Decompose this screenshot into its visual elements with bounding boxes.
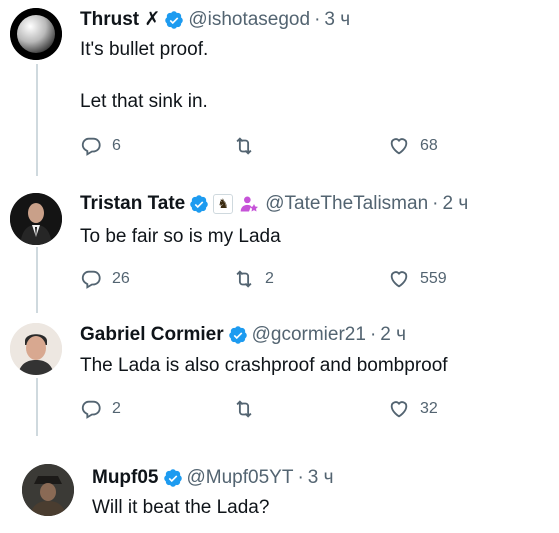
- tweet-text: It's bullet proof. Let that sink in.: [80, 39, 209, 112]
- tweet[interactable]: Mupf05 @Mupf05YT · 3 ч Will it beat the …: [0, 450, 559, 533]
- like-count: 32: [420, 400, 438, 417]
- avatar[interactable]: [10, 193, 62, 245]
- verified-badge-icon: [228, 326, 247, 344]
- reply-button[interactable]: 6: [80, 135, 121, 157]
- tweet-text: To be fair so is my Lada: [80, 226, 281, 247]
- chess-knight-badge-icon[interactable]: ♞: [213, 194, 234, 214]
- tweet-header: Mupf05 @Mupf05YT · 3 ч: [92, 466, 334, 490]
- repost-icon: [236, 400, 252, 418]
- verified-badge-icon: [190, 195, 208, 213]
- separator-dot: ·: [314, 9, 321, 30]
- separator-dot: ·: [369, 324, 377, 345]
- tweet[interactable]: Thrust ✗ @ishotasegod · 3 ч It's bullet …: [0, 0, 559, 176]
- tweet-time[interactable]: 3 ч: [308, 466, 334, 490]
- tweet-header: Gabriel Cormier @gcormier21 · 2 ч: [80, 323, 406, 347]
- separator-dot: ·: [432, 193, 439, 214]
- author-handle[interactable]: @gcormier21: [252, 323, 366, 347]
- like-count: 68: [420, 137, 438, 154]
- man-portrait-avatar-icon: [10, 323, 62, 375]
- author-handle[interactable]: @TateTheTalisman: [265, 192, 428, 216]
- tweet-header: Tristan Tate ♞ @TateTheTalisman · 2 ч: [80, 192, 468, 216]
- tweet-header: Thrust ✗ @ishotasegod · 3 ч: [80, 8, 350, 32]
- tweet[interactable]: Tristan Tate ♞ @TateTheTalisman · 2 ч To…: [0, 183, 559, 313]
- reply-icon: [81, 400, 101, 419]
- author-handle[interactable]: @Mupf05YT: [187, 466, 294, 490]
- tweet-text: The Lada is also crashproof and bombproo…: [80, 355, 448, 376]
- dark-hat-figure-avatar-icon: [22, 464, 74, 516]
- avatar[interactable]: [10, 8, 62, 60]
- author-name[interactable]: Tristan Tate: [80, 192, 185, 216]
- verified-badge-icon: [163, 469, 182, 487]
- black-ring-sphere-avatar-icon: [10, 8, 62, 60]
- reply-count: 2: [112, 400, 121, 417]
- like-count: 559: [420, 270, 447, 287]
- tweet-text: Will it beat the Lada?: [92, 497, 270, 518]
- tweet[interactable]: Gabriel Cormier @gcormier21 · 2 ч The La…: [0, 313, 559, 438]
- verified-badge-icon: [165, 11, 184, 29]
- repost-count: 2: [265, 270, 274, 287]
- like-button[interactable]: 68: [388, 135, 438, 157]
- reply-button[interactable]: 26: [80, 268, 130, 290]
- repost-button[interactable]: 2: [233, 268, 274, 290]
- purple-person-star-badge-icon[interactable]: [239, 194, 259, 214]
- repost-icon: [236, 270, 252, 288]
- like-button[interactable]: 32: [388, 398, 438, 420]
- repost-button[interactable]: [233, 398, 265, 420]
- heart-icon: [390, 138, 408, 155]
- repost-icon: [236, 137, 252, 155]
- avatar[interactable]: [22, 464, 74, 516]
- reply-button[interactable]: 2: [80, 398, 121, 420]
- man-in-suit-avatar-icon: [10, 193, 62, 245]
- like-button[interactable]: 559: [388, 268, 447, 290]
- avatar[interactable]: [10, 323, 62, 375]
- reply-count: 6: [112, 137, 121, 154]
- tweet-time[interactable]: 3 ч: [324, 8, 350, 32]
- tweet-time[interactable]: 2 ч: [442, 192, 468, 216]
- author-name[interactable]: Mupf05: [92, 466, 159, 490]
- reply-count: 26: [112, 270, 130, 287]
- author-name[interactable]: Gabriel Cormier: [80, 323, 224, 347]
- separator-dot: ·: [297, 467, 304, 488]
- heart-icon: [390, 401, 408, 418]
- tweet-time[interactable]: 2 ч: [380, 323, 406, 347]
- author-name[interactable]: Thrust ✗: [80, 8, 160, 32]
- heart-icon: [390, 271, 408, 288]
- repost-button[interactable]: [233, 135, 265, 157]
- reply-icon: [81, 270, 101, 289]
- author-handle[interactable]: @ishotasegod: [188, 8, 310, 32]
- reply-icon: [81, 137, 101, 156]
